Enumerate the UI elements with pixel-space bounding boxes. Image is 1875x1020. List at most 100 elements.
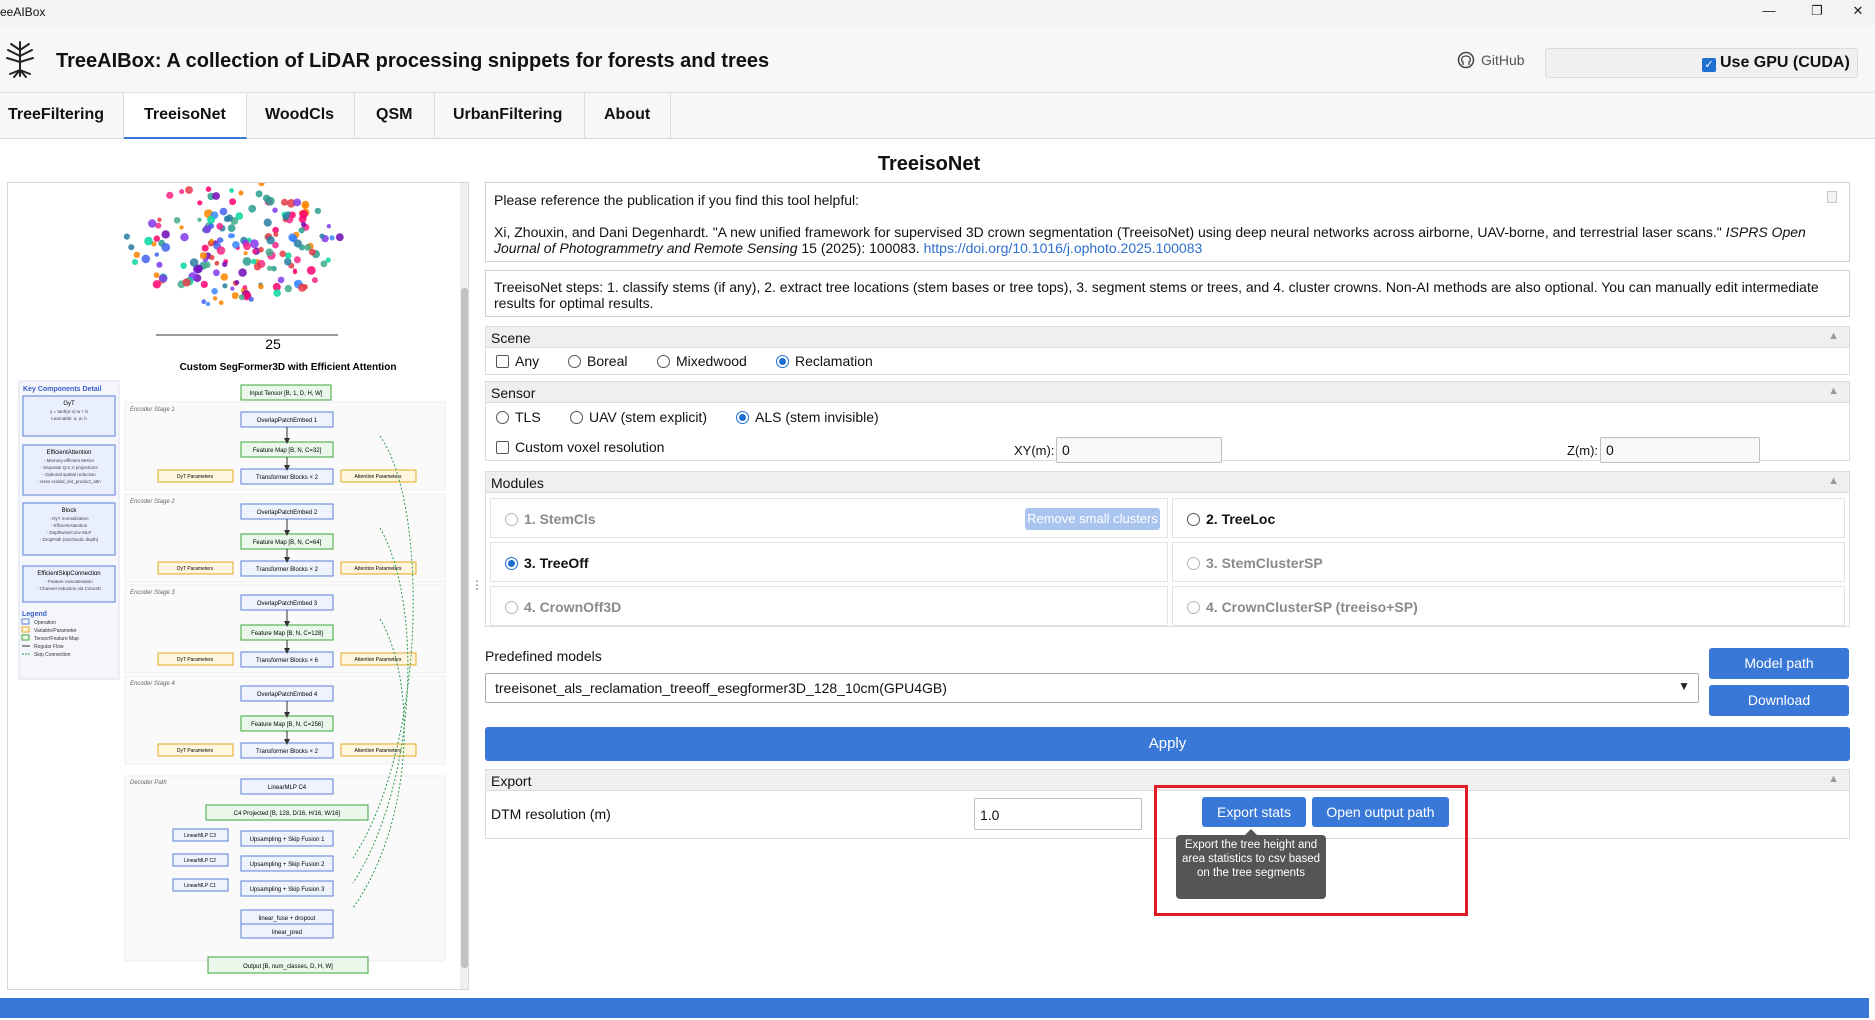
module-stemcls-radio[interactable]: [505, 512, 518, 526]
tab-treeisonet[interactable]: TreeisoNet: [124, 93, 247, 139]
sensor-uav-option[interactable]: UAV (stem explicit): [570, 409, 707, 425]
sensor-uav-radio[interactable]: [570, 410, 583, 424]
sensor-section-header[interactable]: Sensor ▲: [485, 381, 1850, 403]
scene-mixedwood-option[interactable]: Mixedwood: [657, 353, 747, 369]
scene-section-header[interactable]: Scene ▲: [485, 326, 1850, 348]
module-stemclustersp-option[interactable]: 3. StemClusterSP: [1187, 555, 1323, 571]
predefined-models-label: Predefined models: [485, 648, 602, 664]
tab-urbanfiltering[interactable]: UrbanFiltering: [435, 93, 585, 139]
legend-label: Operation: [34, 620, 56, 626]
key-title: Key Components Detail: [23, 386, 102, 393]
point-cluster: [185, 186, 193, 194]
architecture-diagram-panel[interactable]: 25 Custom SegFormer3D with Efficient Att…: [7, 182, 469, 990]
scene-reclamation-radio[interactable]: [776, 354, 789, 368]
export-title: Export: [491, 773, 532, 789]
module-crownclustersp-radio[interactable]: [1187, 600, 1200, 614]
point-cluster: [123, 233, 130, 240]
predefined-model-select[interactable]: treeisonet_als_reclamation_treeoff_esegf…: [485, 673, 1699, 703]
apply-button[interactable]: Apply: [485, 727, 1850, 761]
gpu-toggle[interactable]: ✓ Use GPU (CUDA): [1545, 48, 1858, 78]
modules-section-header[interactable]: Modules ▲: [485, 471, 1850, 493]
collapse-caret-icon[interactable]: ▲: [1828, 330, 1839, 342]
model-path-button[interactable]: Model path: [1709, 648, 1849, 679]
point-cluster: [212, 192, 221, 200]
diagram-scrollbar[interactable]: [460, 183, 468, 989]
scene-any-option[interactable]: Any: [496, 353, 539, 369]
doi-link[interactable]: https://doi.org/10.1016/j.ophoto.2025.10…: [924, 240, 1203, 256]
module-treeloc-radio[interactable]: [1187, 512, 1200, 526]
minimize-button[interactable]: —: [1746, 0, 1792, 26]
module-treeloc[interactable]: 2. TreeLoc: [1172, 498, 1845, 538]
module-crownclustersp[interactable]: 4. CrownClusterSP (treeiso+SP): [1172, 586, 1845, 626]
scene-any-checkbox[interactable]: [496, 354, 509, 368]
collapse-caret-icon[interactable]: ▲: [1828, 773, 1839, 785]
point-cluster: [132, 259, 138, 265]
close-button[interactable]: ✕: [1835, 0, 1875, 26]
reference-box: Please reference the publication if you …: [485, 182, 1850, 262]
module-treeoff[interactable]: 3. TreeOff: [490, 542, 1168, 582]
download-button[interactable]: Download: [1709, 685, 1849, 716]
key-component-desc: - DropPath (stochastic depth): [40, 537, 99, 542]
sensor-als-option[interactable]: ALS (stem invisible): [736, 409, 879, 425]
tab-about[interactable]: About: [585, 93, 671, 139]
module-crownoff3d-radio[interactable]: [505, 600, 518, 614]
module-treeoff-label: 3. TreeOff: [524, 555, 589, 571]
dyt-params-label: DyT Parameters: [177, 657, 214, 663]
module-crownoff3d[interactable]: 4. CrownOff3D: [490, 586, 1168, 626]
module-stemcls[interactable]: 1. StemCls Remove small clusters: [490, 498, 1168, 538]
gpu-checkbox[interactable]: ✓: [1702, 58, 1716, 72]
point-cluster: [157, 217, 162, 222]
feature-map-box-label: Feature Map [B, N, C=256]: [251, 722, 323, 728]
module-treeoff-option[interactable]: 3. TreeOff: [505, 555, 589, 571]
point-cloud-illustration: [123, 183, 344, 307]
legend-swatch: [21, 626, 30, 633]
remove-small-clusters-button[interactable]: Remove small clusters: [1025, 508, 1160, 530]
github-icon: [1457, 51, 1475, 69]
sensor-tls-option[interactable]: TLS: [496, 409, 541, 425]
point-cluster: [272, 207, 278, 213]
feature-map-box-label: Feature Map [B, N, C=128]: [251, 631, 323, 637]
legend-label: Regular Flow: [34, 644, 64, 650]
encoder-stage-title: Encoder Stage 4: [130, 681, 175, 687]
collapse-caret-icon[interactable]: ▲: [1828, 385, 1839, 397]
scene-mixedwood-radio[interactable]: [657, 354, 670, 368]
scene-boreal-radio[interactable]: [568, 354, 581, 368]
z-resolution-input[interactable]: 0: [1600, 437, 1760, 463]
sensor-als-radio[interactable]: [736, 410, 749, 424]
restore-button[interactable]: ❐: [1794, 0, 1840, 26]
scene-boreal-option[interactable]: Boreal: [568, 353, 627, 369]
module-crownoff3d-option[interactable]: 4. CrownOff3D: [505, 599, 621, 615]
tab-treefiltering[interactable]: TreeFiltering: [0, 93, 124, 139]
patch-embed-box-label: OverlapPatchEmbed 4: [257, 692, 318, 698]
point-cluster: [243, 251, 248, 256]
point-cluster: [243, 242, 251, 251]
feature-map-box-label: Feature Map [B, N, C=32]: [253, 448, 322, 454]
transformer-blocks-box-label: Transformer Blocks × 2: [256, 749, 319, 755]
point-cluster: [238, 294, 245, 301]
module-treeloc-option[interactable]: 2. TreeLoc: [1187, 511, 1275, 527]
module-stemclustersp-radio[interactable]: [1187, 556, 1200, 570]
xy-resolution-input[interactable]: 0: [1056, 437, 1222, 463]
module-crownclustersp-option[interactable]: 4. CrownClusterSP (treeiso+SP): [1187, 599, 1418, 615]
custom-voxel-option[interactable]: Custom voxel resolution: [496, 439, 664, 455]
legend-title: Legend: [22, 611, 47, 618]
tab-woodcls[interactable]: WoodCls: [247, 93, 355, 139]
dtm-resolution-input[interactable]: 1.0: [974, 798, 1142, 830]
panel-splitter-handle[interactable]: ⋮: [471, 578, 483, 592]
scrollbar-thumb[interactable]: [461, 288, 468, 968]
module-treeoff-radio[interactable]: [505, 556, 518, 570]
module-stemclustersp[interactable]: 3. StemClusterSP: [1172, 542, 1845, 582]
scene-reclamation-option[interactable]: Reclamation: [776, 353, 873, 369]
key-component-desc: - Channel reduction via Conv3D: [37, 586, 102, 591]
point-cluster: [299, 209, 308, 219]
point-cluster: [293, 239, 302, 248]
tab-qsm[interactable]: QSM: [355, 93, 435, 139]
point-cluster: [158, 274, 168, 283]
module-stemcls-option[interactable]: 1. StemCls: [505, 511, 596, 527]
github-link[interactable]: GitHub: [1457, 51, 1525, 69]
chevron-down-icon: ▼: [1678, 679, 1690, 693]
collapse-caret-icon[interactable]: ▲: [1828, 475, 1839, 487]
point-cluster: [152, 280, 162, 289]
custom-voxel-checkbox[interactable]: [496, 440, 509, 454]
sensor-tls-radio[interactable]: [496, 410, 509, 424]
